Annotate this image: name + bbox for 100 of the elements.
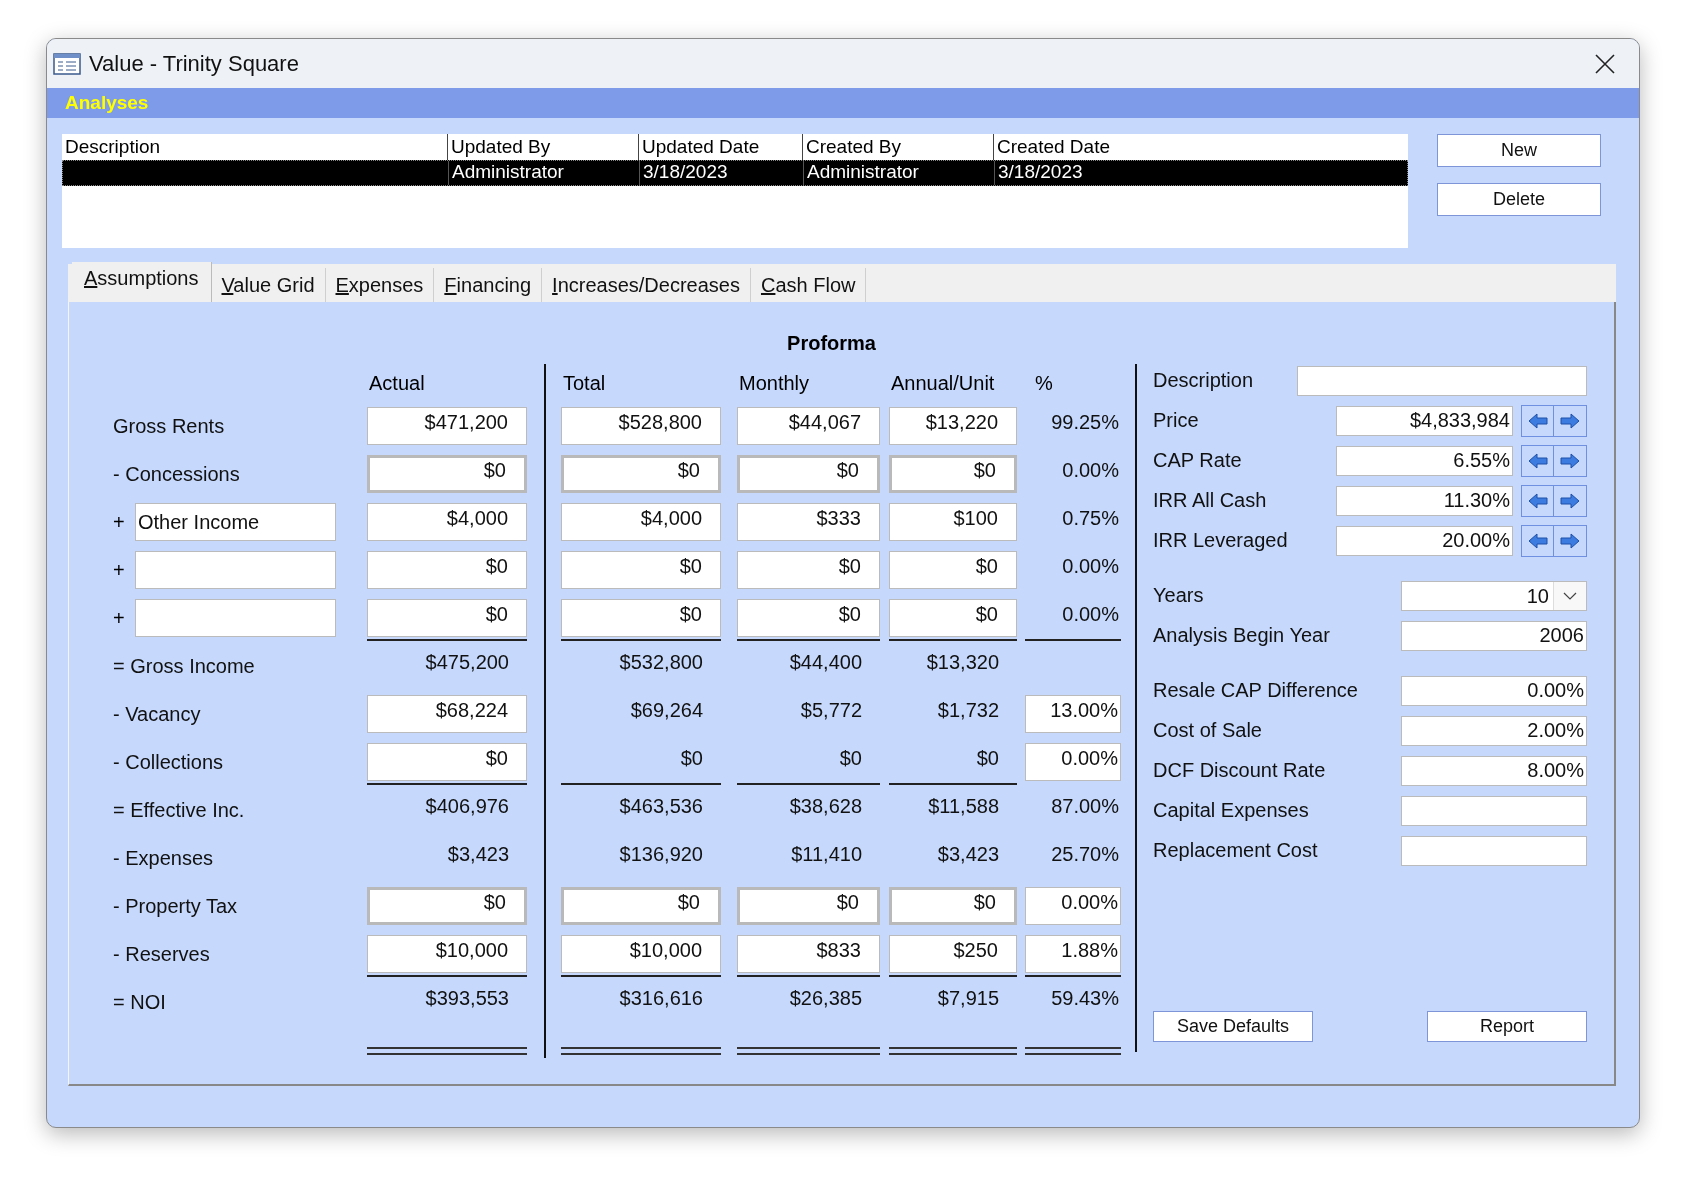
label-input-field[interactable]: [135, 551, 336, 589]
amount-field[interactable]: 13.00%: [1025, 695, 1121, 733]
amount-field[interactable]: $833: [737, 935, 880, 973]
sign-label: +: [113, 606, 126, 630]
amount-field[interactable]: $44,067: [737, 407, 880, 445]
amount-field[interactable]: $68,224: [367, 695, 527, 733]
amount-field[interactable]: $0: [367, 551, 527, 589]
close-icon[interactable]: [1595, 53, 1615, 74]
label-input-field[interactable]: [135, 599, 336, 637]
amount-value: 0.75%: [1062, 507, 1119, 530]
column-header: Monthly: [738, 371, 810, 395]
amount-field-locked[interactable]: $0: [889, 887, 1017, 925]
label-input-field[interactable]: Other Income: [135, 503, 336, 541]
amount-field[interactable]: $10,000: [367, 935, 527, 973]
proforma-title: Proforma: [786, 332, 877, 356]
value-field[interactable]: 0.00%: [1401, 675, 1587, 706]
amount-field[interactable]: $4,000: [561, 503, 721, 541]
amount-field[interactable]: $0: [737, 551, 880, 589]
amount-value: $69,264: [630, 699, 703, 722]
amount-field[interactable]: $0: [367, 599, 527, 637]
amount-field[interactable]: $0: [561, 551, 721, 589]
amount-field-locked[interactable]: $0: [561, 455, 721, 493]
value-field[interactable]: 2.00%: [1401, 715, 1587, 746]
amount-value: $0: [680, 747, 703, 770]
amount-field-locked[interactable]: $0: [889, 455, 1017, 493]
value-field[interactable]: 6.55%: [1336, 445, 1513, 476]
right-arrow-icon: [1560, 411, 1580, 430]
sign-label: +: [113, 510, 126, 534]
setting-label: Analysis Begin Year: [1153, 624, 1331, 647]
setting-label: IRR All Cash: [1153, 489, 1268, 512]
row-label: = NOI: [113, 990, 166, 1014]
amount-field[interactable]: $333: [737, 503, 880, 541]
amount-field[interactable]: $0: [561, 599, 721, 637]
settings-button[interactable]: Save Defaults: [1153, 1011, 1313, 1042]
value-field[interactable]: 11.30%: [1336, 485, 1513, 516]
row-label: - Concessions: [113, 462, 240, 486]
tab[interactable]: Assumptions: [72, 262, 212, 302]
list-cell: Administrator: [803, 161, 994, 185]
amount-value: $136,920: [619, 843, 703, 866]
amount-value: $463,536: [619, 795, 703, 818]
amount-field-locked[interactable]: $0: [737, 887, 880, 925]
value-field[interactable]: $4,833,984: [1336, 405, 1513, 436]
amount-field[interactable]: $0: [889, 599, 1017, 637]
chevron-down-icon: [1563, 591, 1577, 600]
amount-value: $44,400: [789, 651, 862, 674]
row-label: - Property Tax: [113, 894, 238, 918]
list-row[interactable]: Administrator 3/18/2023 Administrator 3/18/2023: [62, 160, 1408, 186]
row-label: Gross Rents: [113, 414, 225, 438]
amount-field[interactable]: $0: [889, 551, 1017, 589]
settings-button[interactable]: Report: [1427, 1011, 1587, 1042]
amount-field[interactable]: $250: [889, 935, 1017, 973]
value-field[interactable]: 8.00%: [1401, 755, 1587, 786]
amount-value: $13,320: [926, 651, 999, 674]
amount-field-locked[interactable]: $0: [367, 887, 527, 925]
amount-field[interactable]: $0: [737, 599, 880, 637]
left-arrow-icon: [1527, 531, 1548, 550]
amount-field[interactable]: $528,800: [561, 407, 721, 445]
amount-field[interactable]: $10,000: [561, 935, 721, 973]
years-dropdown[interactable]: 10: [1401, 580, 1587, 611]
amount-field[interactable]: 0.00%: [1025, 743, 1121, 781]
amount-field[interactable]: $4,000: [367, 503, 527, 541]
amount-value: $7,915: [937, 987, 999, 1010]
right-arrow-icon: [1560, 531, 1580, 550]
value-field[interactable]: 2006: [1401, 620, 1587, 651]
column-header[interactable]: Description: [62, 134, 447, 160]
column-header: %: [1034, 371, 1053, 395]
amount-value: $38,628: [789, 795, 862, 818]
amount-field[interactable]: $13,220: [889, 407, 1017, 445]
value-field[interactable]: [1401, 835, 1587, 866]
amount-value: 99.25%: [1051, 411, 1119, 434]
right-arrow-icon: [1560, 491, 1580, 510]
value-field[interactable]: 20.00%: [1336, 525, 1513, 556]
section-title: Analyses: [65, 92, 149, 114]
list-action-button[interactable]: New: [1437, 134, 1601, 167]
amount-field[interactable]: $100: [889, 503, 1017, 541]
left-arrow-icon: [1527, 411, 1548, 430]
amount-field[interactable]: $471,200: [367, 407, 527, 445]
amount-field-locked[interactable]: $0: [561, 887, 721, 925]
value-field[interactable]: [1401, 795, 1587, 826]
list-cell: Administrator: [448, 161, 639, 185]
amount-value: 25.70%: [1051, 843, 1119, 866]
list-cell: 3/18/2023: [639, 161, 803, 185]
amount-value: $26,385: [789, 987, 862, 1010]
amount-value: $406,976: [425, 795, 509, 818]
amount-field[interactable]: $0: [367, 743, 527, 781]
setting-label: Cost of Sale: [1153, 719, 1263, 742]
setting-label: DCF Discount Rate: [1153, 759, 1327, 782]
left-arrow-icon: [1527, 491, 1548, 510]
left-arrow-icon: [1527, 451, 1548, 470]
amount-field-locked[interactable]: $0: [737, 455, 880, 493]
amount-field[interactable]: 0.00%: [1025, 887, 1121, 925]
amount-value: $0: [976, 747, 999, 770]
row-label: - Expenses: [113, 846, 214, 870]
amount-field[interactable]: 1.88%: [1025, 935, 1121, 973]
setting-label: IRR Leveraged: [1153, 529, 1289, 552]
row-label: = Gross Income: [113, 654, 255, 678]
column-header: Total: [562, 371, 606, 395]
list-action-button[interactable]: Delete: [1437, 183, 1601, 216]
amount-field-locked[interactable]: $0: [367, 455, 527, 493]
text-field[interactable]: [1297, 365, 1587, 396]
